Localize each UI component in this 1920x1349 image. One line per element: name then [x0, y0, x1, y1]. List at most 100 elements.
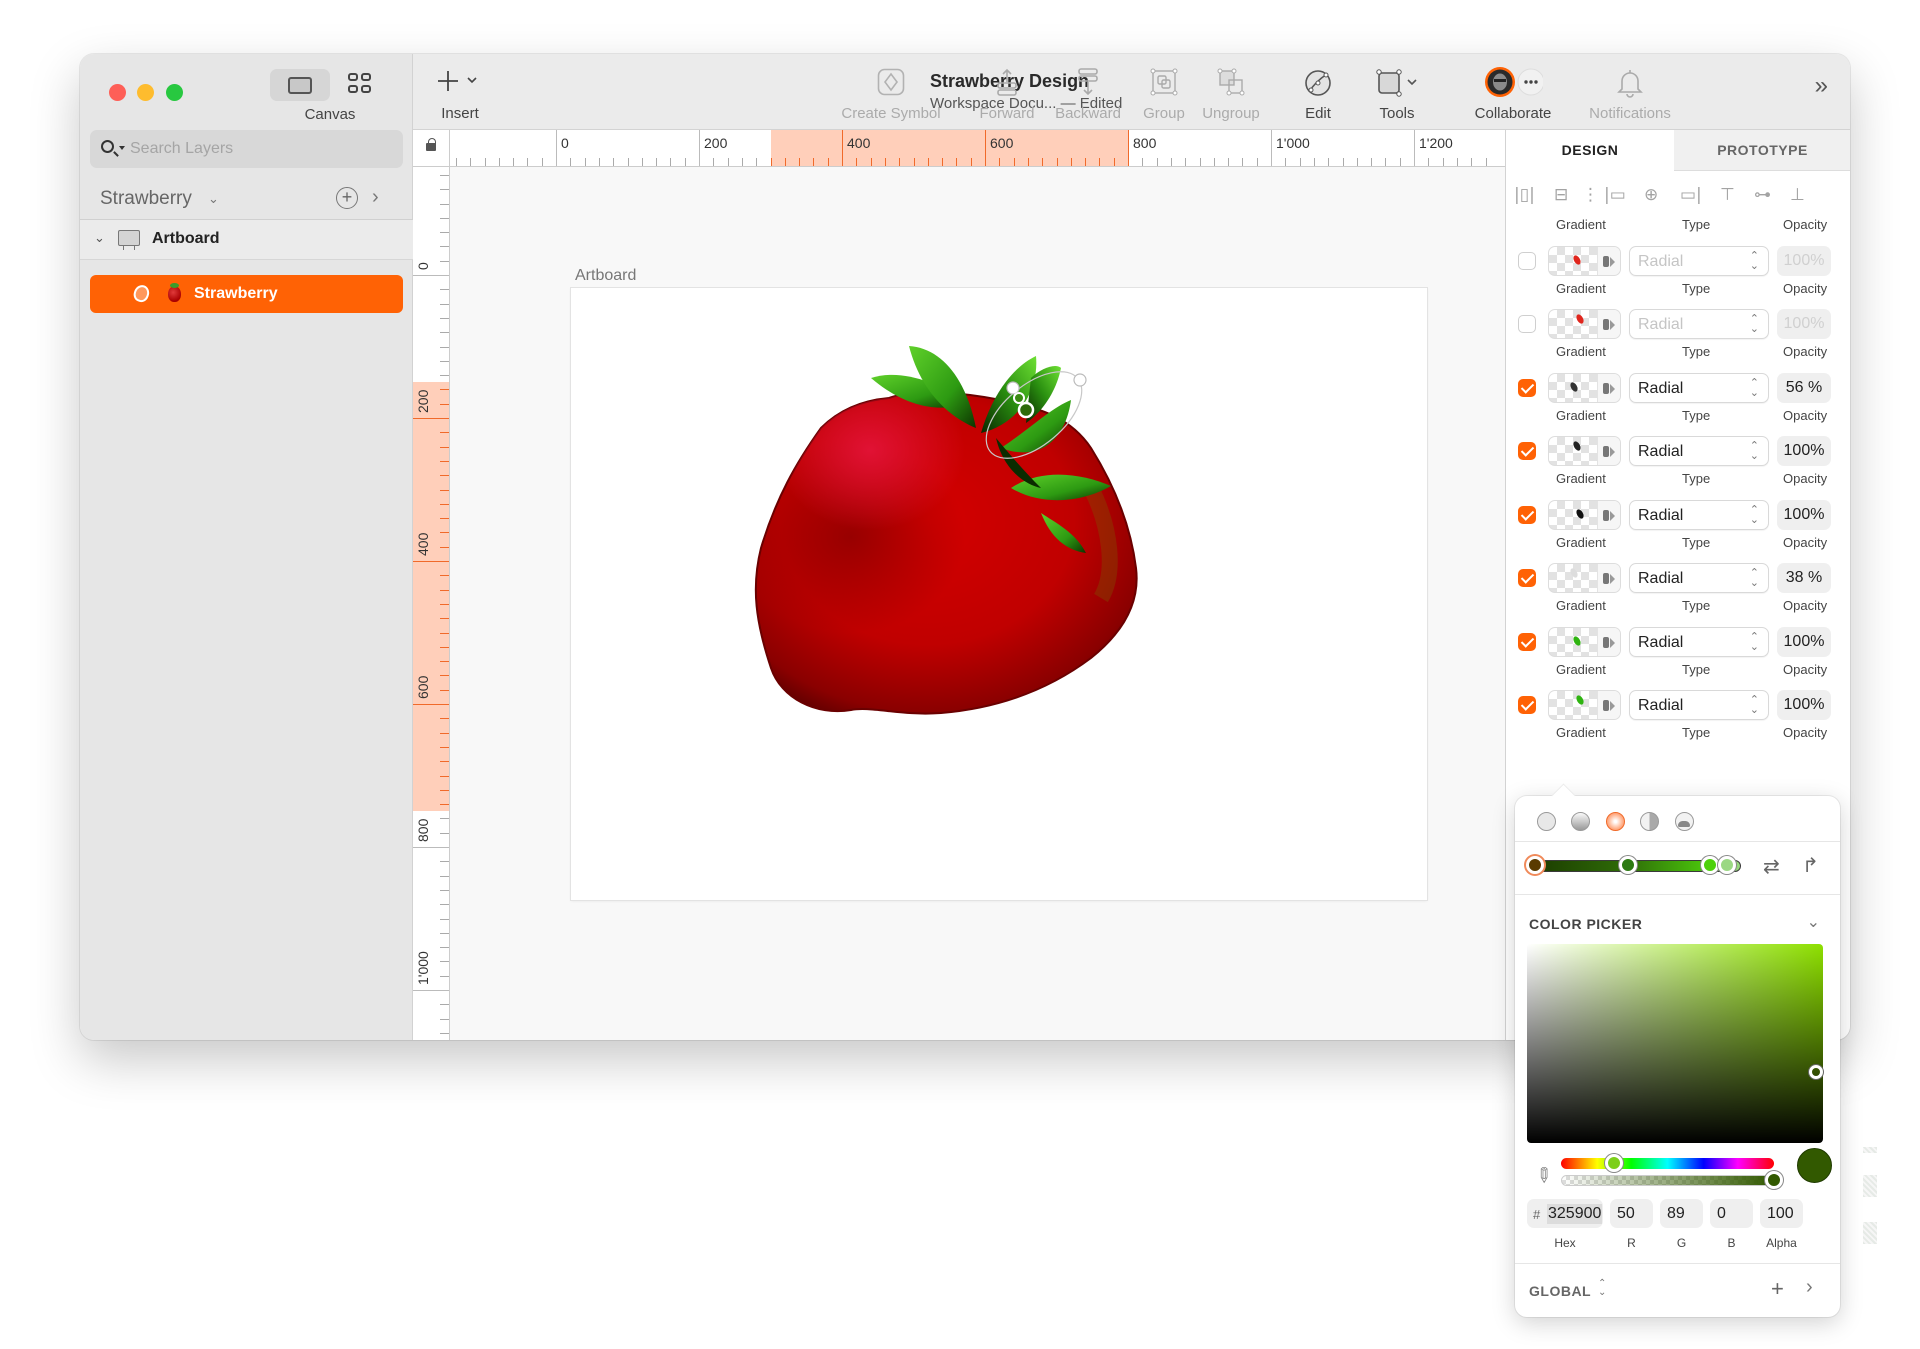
green-value[interactable]: 89	[1667, 1205, 1685, 1223]
align-left-icon[interactable]: |▭	[1604, 185, 1626, 205]
gradient-stop-handle[interactable]	[1618, 856, 1637, 874]
tools-button[interactable]: Tools	[1365, 54, 1429, 130]
layer-artboard[interactable]: ⌄ Artboard	[80, 220, 413, 260]
fill-opacity-input[interactable]: 56 %	[1777, 372, 1831, 403]
swap-gradient-icon[interactable]: ⇄	[1763, 854, 1780, 879]
gradient-center-handle[interactable]	[1017, 401, 1035, 419]
forward-button[interactable]: Forward	[970, 54, 1044, 130]
gradient-edit-icon[interactable]	[1597, 246, 1620, 275]
fill-enabled-checkbox[interactable]	[1518, 632, 1536, 651]
fill-type-select[interactable]: Radial ⌃ ⌄	[1629, 626, 1769, 657]
align-right-icon[interactable]: ▭|	[1680, 185, 1702, 205]
color-presets-selector[interactable]: GLOBAL	[1529, 1283, 1591, 1299]
gradient-edit-icon[interactable]	[1597, 691, 1620, 719]
fill-opacity-input[interactable]: 100%	[1777, 245, 1831, 276]
artboard-title[interactable]: Artboard	[575, 267, 636, 285]
fill-enabled-checkbox[interactable]	[1518, 251, 1536, 270]
green-input[interactable]: 89	[1660, 1199, 1703, 1228]
fill-enabled-checkbox[interactable]	[1518, 378, 1536, 397]
collaborate-button[interactable]: Collaborate	[1458, 54, 1568, 130]
ungroup-button[interactable]: Ungroup	[1195, 54, 1267, 130]
add-page-button[interactable]: +	[336, 187, 358, 209]
gradient-edit-icon[interactable]	[1597, 310, 1620, 338]
align-vertical-center-icon[interactable]: ⊶	[1754, 185, 1771, 205]
hue-slider-handle[interactable]	[1605, 1154, 1624, 1172]
fill-opacity-input[interactable]: 38 %	[1777, 563, 1831, 593]
chevron-right-icon[interactable]: ›	[372, 186, 379, 209]
gradient-swatch[interactable]	[1548, 245, 1621, 276]
gradient-swatch[interactable]	[1548, 690, 1621, 720]
edit-button[interactable]: Edit	[1293, 54, 1343, 130]
hex-input[interactable]: # 325900	[1527, 1199, 1603, 1228]
blue-input[interactable]: 0	[1710, 1199, 1753, 1228]
alpha-slider[interactable]	[1561, 1175, 1774, 1186]
rotate-gradient-icon[interactable]: ↱	[1802, 853, 1819, 878]
red-input[interactable]: 50	[1610, 1199, 1653, 1228]
fill-enabled-checkbox[interactable]	[1518, 696, 1536, 714]
fill-enabled-checkbox[interactable]	[1518, 505, 1536, 524]
fill-opacity-input[interactable]: 100%	[1777, 499, 1831, 530]
gradient-stop-handle[interactable]	[1701, 856, 1720, 874]
fill-type-image-button[interactable]	[1675, 812, 1694, 831]
gradient-handle[interactable]	[1013, 392, 1025, 404]
group-button[interactable]: Group	[1135, 54, 1193, 130]
fill-type-select[interactable]: Radial ⌃ ⌄	[1629, 690, 1769, 720]
gradient-swatch[interactable]	[1548, 436, 1621, 466]
gradient-handle[interactable]	[1073, 373, 1087, 387]
gradient-stop-handle[interactable]	[1717, 856, 1736, 874]
zoom-window-button[interactable]	[166, 84, 183, 101]
gradient-handle[interactable]	[1006, 381, 1020, 395]
saturation-brightness-field[interactable]	[1527, 944, 1823, 1143]
gradient-edit-icon[interactable]	[1597, 564, 1620, 592]
eyedropper-icon[interactable]: ✎	[1529, 1161, 1559, 1191]
alpha-input[interactable]: 100	[1760, 1199, 1803, 1228]
gradient-edit-icon[interactable]	[1597, 373, 1620, 402]
gradient-edit-icon[interactable]	[1597, 627, 1620, 656]
fill-type-linear-button[interactable]	[1571, 812, 1590, 831]
fill-type-solid-button[interactable]	[1537, 812, 1556, 831]
gradient-swatch[interactable]	[1548, 626, 1621, 657]
fill-opacity-input[interactable]: 100%	[1777, 309, 1831, 339]
gradient-swatch[interactable]	[1548, 372, 1621, 403]
backward-button[interactable]: Backward	[1045, 54, 1131, 130]
strawberry-illustration[interactable]	[571, 288, 1427, 900]
gradient-edit-icon[interactable]	[1597, 500, 1620, 529]
ruler-lock[interactable]	[413, 130, 450, 167]
fill-enabled-checkbox[interactable]	[1518, 442, 1536, 460]
alpha-value[interactable]: 100	[1767, 1205, 1794, 1223]
fill-type-select[interactable]: Radial ⌃ ⌄	[1629, 436, 1769, 466]
fill-type-radial-button[interactable]	[1606, 812, 1625, 831]
more-options-icon[interactable]: ⋮	[1582, 185, 1599, 205]
hue-slider[interactable]	[1561, 1158, 1774, 1169]
gradient-swatch[interactable]	[1548, 563, 1621, 593]
gradient-swatch[interactable]	[1548, 309, 1621, 339]
layer-strawberry[interactable]: Strawberry	[90, 275, 403, 313]
page-name[interactable]: Strawberry	[100, 188, 192, 210]
close-window-button[interactable]	[109, 84, 126, 101]
canvas-view-button[interactable]	[270, 69, 330, 101]
disclosure-chevron-icon[interactable]: ⌄	[94, 230, 105, 246]
alpha-slider-handle[interactable]	[1765, 1171, 1783, 1189]
create-symbol-button[interactable]: Create Symbol	[831, 54, 951, 130]
align-horizontal-center-icon[interactable]: ⊕	[1644, 185, 1658, 205]
color-field-handle[interactable]	[1809, 1065, 1823, 1079]
gradient-swatch[interactable]	[1548, 499, 1621, 530]
add-preset-button[interactable]: +	[1771, 1276, 1784, 1302]
fill-type-select[interactable]: Radial ⌃ ⌄	[1629, 372, 1769, 403]
artboard[interactable]	[571, 288, 1427, 900]
fill-opacity-input[interactable]: 100%	[1777, 626, 1831, 657]
gradient-stop-handle[interactable]	[1526, 856, 1544, 874]
fill-type-select[interactable]: Radial ⌃ ⌄	[1629, 499, 1769, 530]
expand-toolbar-icon[interactable]: »	[1815, 72, 1828, 100]
page-selector[interactable]: Strawberry ⌄ + ›	[80, 178, 413, 220]
notifications-button[interactable]: Notifications	[1578, 54, 1682, 130]
tab-prototype[interactable]: PROTOTYPE	[1674, 130, 1850, 171]
search-options-caret-icon[interactable]	[119, 146, 125, 150]
horizontal-ruler[interactable]: 0 200 400 600 800 1'000 1'200	[450, 130, 1587, 167]
fill-opacity-input[interactable]: 100%	[1777, 690, 1831, 720]
grid-view-button[interactable]	[348, 73, 372, 95]
chevron-right-icon[interactable]: ›	[1806, 1276, 1813, 1299]
distribute-horizontal-icon[interactable]: |▯|	[1514, 185, 1535, 205]
tab-design[interactable]: DESIGN	[1506, 130, 1674, 171]
minimize-window-button[interactable]	[137, 84, 154, 101]
